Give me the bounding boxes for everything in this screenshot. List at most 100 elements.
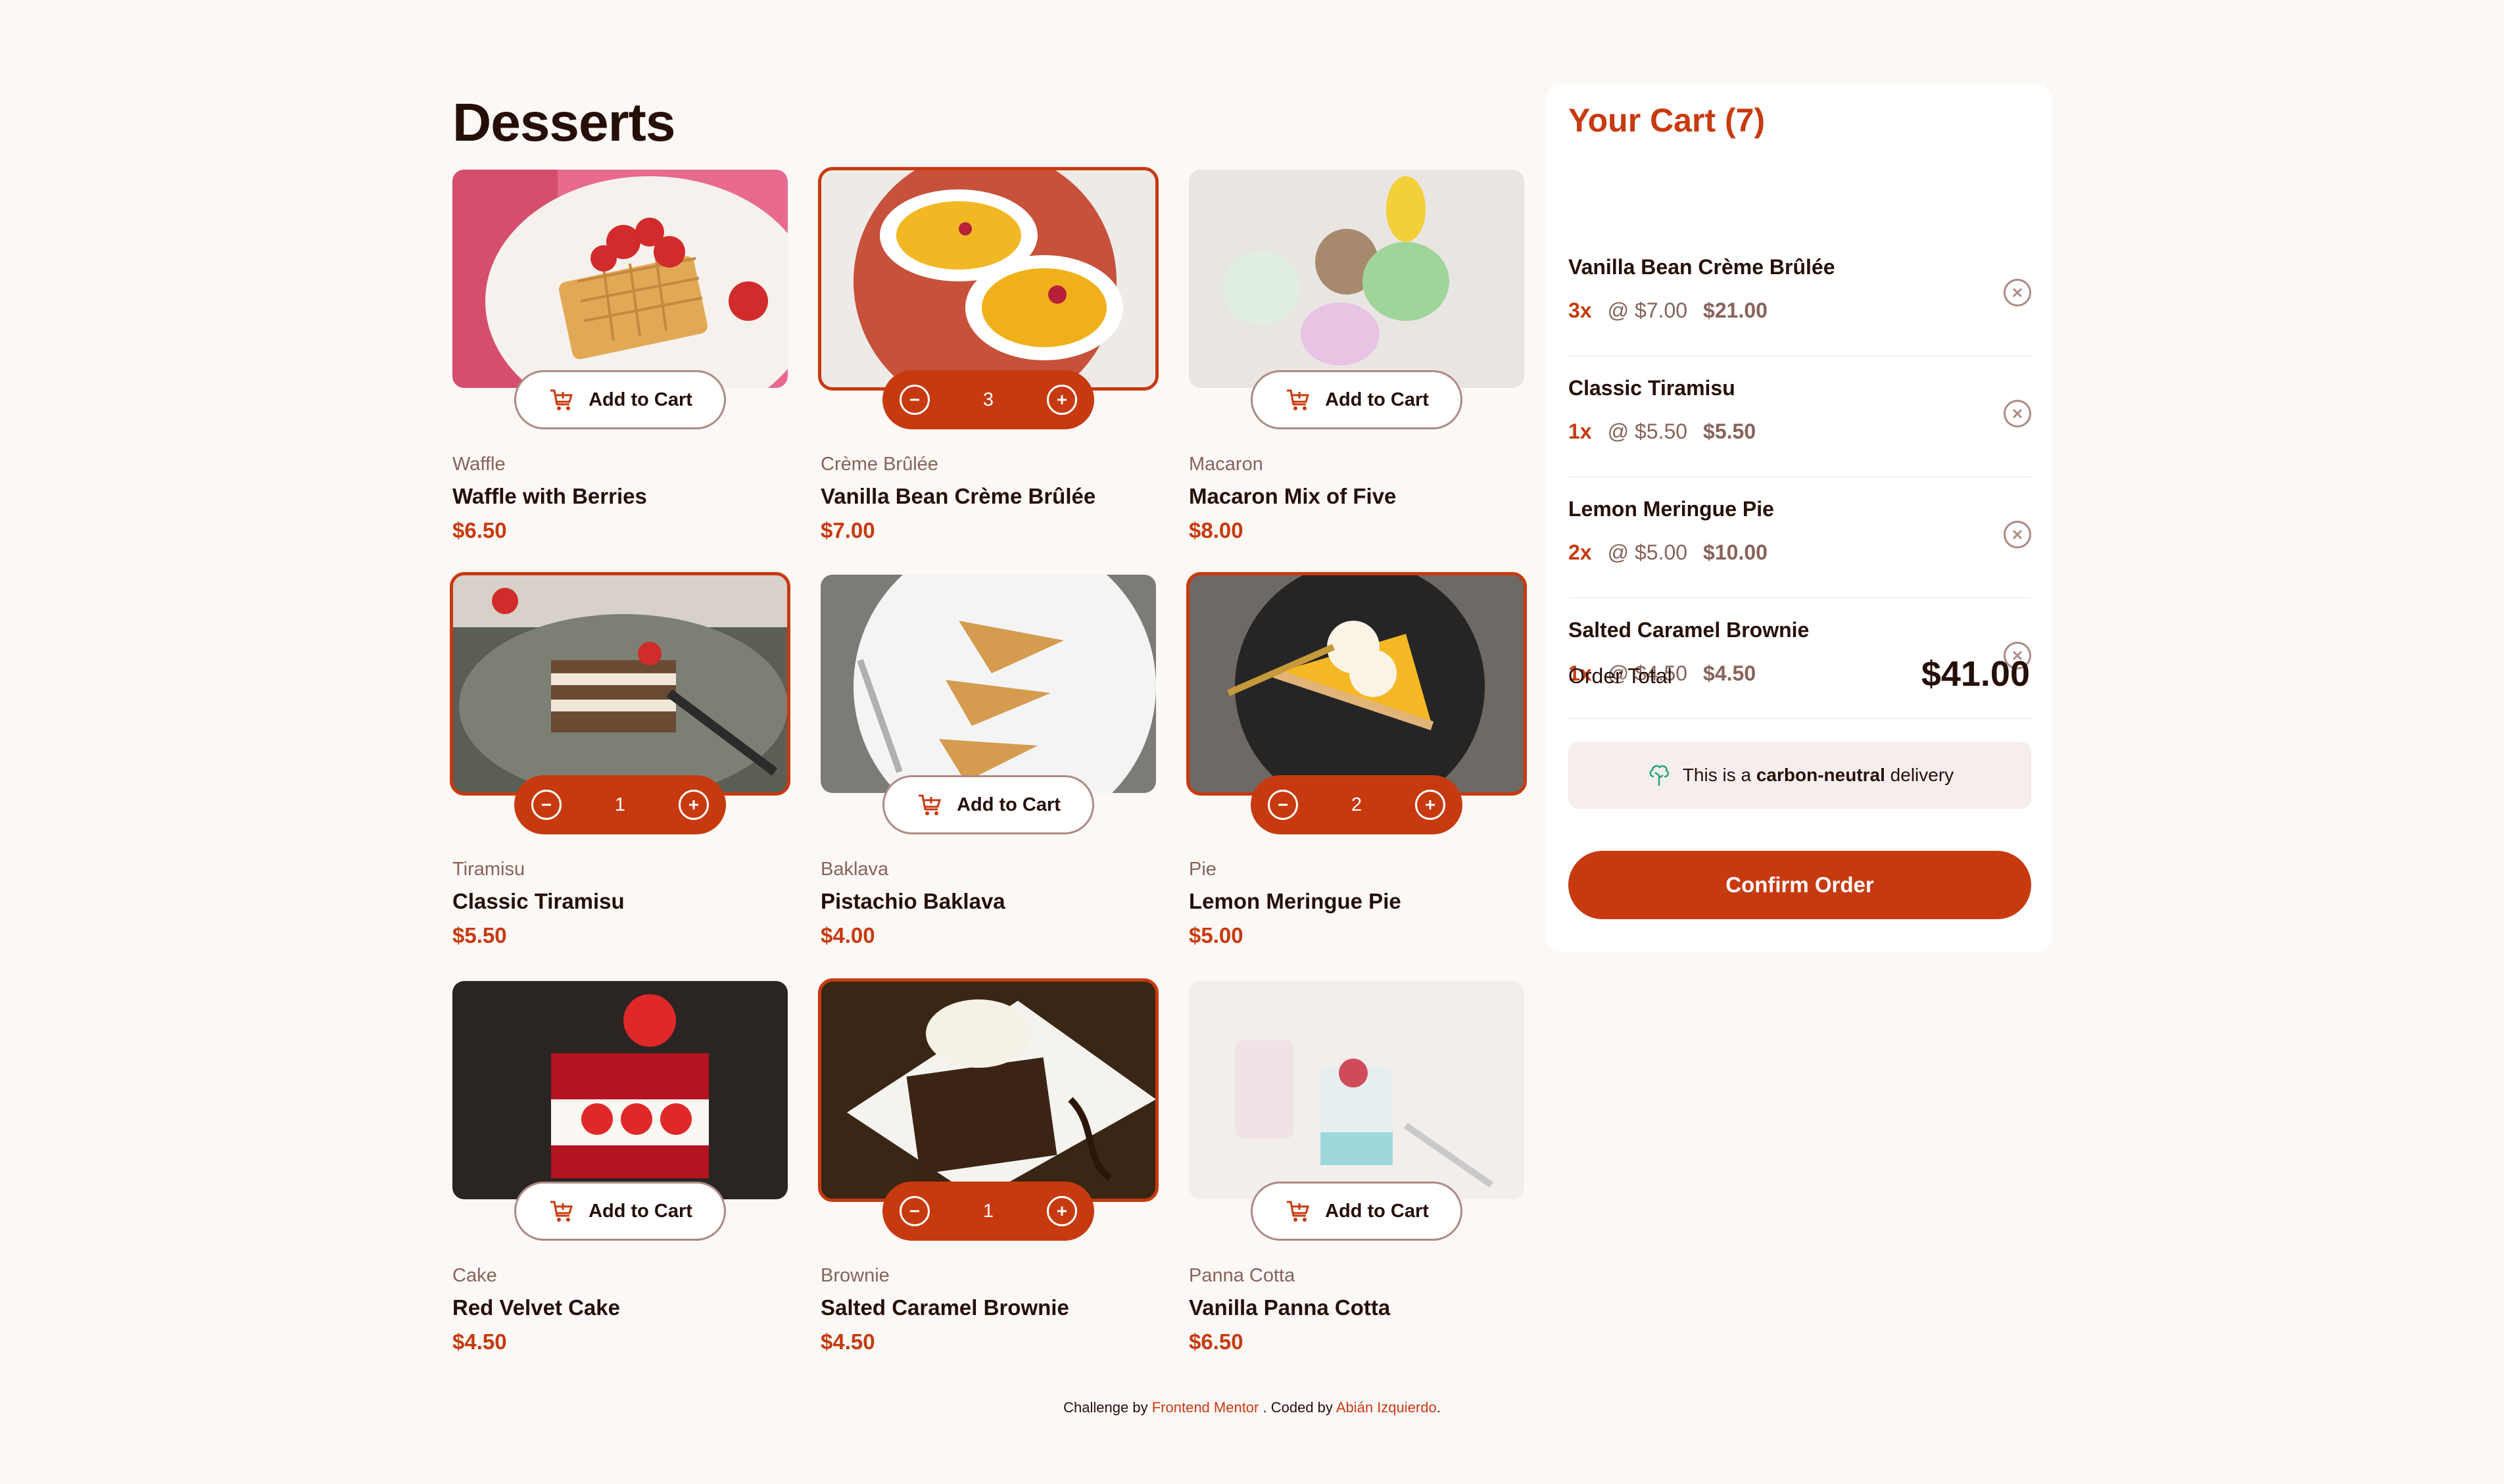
increment-icon (1055, 393, 1069, 407)
product-card: Add to Cart Panna Cotta Vanilla Panna Co… (1189, 981, 1524, 1354)
cart-item-total: $4.50 (1703, 661, 1756, 685)
increment-icon (1423, 798, 1437, 812)
creme-brulee-image (818, 167, 1159, 391)
quantity-stepper: 1 (514, 775, 726, 834)
increment-button[interactable] (1414, 790, 1445, 820)
product-price: $6.50 (452, 518, 507, 542)
increment-button[interactable] (1046, 1196, 1077, 1226)
cart-item-total: $10.00 (1703, 540, 1768, 564)
cart-item-details: 2x @ $5.00 $10.00 (1568, 540, 1768, 565)
product-category: Cake (452, 1265, 497, 1286)
product-price: $8.00 (1189, 518, 1243, 542)
remove-item-icon (2011, 528, 2024, 541)
add-to-cart-button[interactable]: Add to Cart (1251, 370, 1462, 429)
add-to-cart-icon (1287, 389, 1310, 410)
carbon-bold: carbon-neutral (1756, 765, 1885, 785)
quantity-value: 1 (982, 1200, 994, 1222)
decrement-icon (907, 393, 922, 407)
decrement-button[interactable] (900, 1196, 930, 1226)
decrement-button[interactable] (531, 790, 562, 820)
product-name: Red Velvet Cake (452, 1295, 620, 1320)
tiramisu-image (450, 572, 790, 796)
cart-item-unit-price: @ $5.00 (1607, 540, 1688, 564)
remove-item-button[interactable] (2004, 521, 2031, 548)
product-name: Pistachio Baklava (821, 889, 1005, 913)
decrement-button[interactable] (900, 385, 930, 415)
add-to-cart-button[interactable]: Add to Cart (882, 775, 1094, 834)
carbon-text: This is a carbon-neutral delivery (1683, 765, 1954, 786)
cart-title: Your Cart (7) (1568, 102, 1766, 139)
add-to-cart-label: Add to Cart (957, 794, 1061, 815)
add-to-cart-icon (550, 1201, 573, 1222)
confirm-order-button[interactable]: Confirm Order (1568, 851, 2031, 919)
product-name: Vanilla Bean Crème Brûlée (821, 484, 1096, 508)
cart-item-quantity: 1x (1568, 419, 1592, 443)
product-price: $4.50 (452, 1329, 507, 1354)
increment-icon (686, 798, 701, 812)
quantity-stepper: 2 (1251, 775, 1462, 834)
pie-image (1186, 572, 1527, 796)
waffle-image (452, 170, 788, 388)
add-to-cart-button[interactable]: Add to Cart (514, 1182, 726, 1241)
order-total-value: $41.00 (1921, 654, 2030, 694)
product-price: $6.50 (1189, 1329, 1243, 1354)
decrement-icon (539, 798, 554, 812)
cart-panel: Your Cart (7) Vanilla Bean Crème Brûlée … (1546, 84, 2052, 952)
product-card: Add to Cart Baklava Pistachio Baklava $4… (821, 575, 1156, 947)
product-name: Lemon Meringue Pie (1189, 889, 1401, 913)
remove-item-button[interactable] (2004, 400, 2031, 427)
remove-item-icon (2011, 286, 2024, 299)
cart-item-name: Lemon Meringue Pie (1568, 497, 1774, 521)
cart-item-name: Vanilla Bean Crème Brûlée (1568, 255, 1835, 279)
order-total-label: Order Total (1568, 664, 1672, 688)
product-card: 1 Tiramisu Classic Tiramisu $5.50 (450, 572, 790, 947)
product-category: Waffle (452, 454, 506, 475)
product-name: Waffle with Berries (452, 484, 647, 508)
footer: Challenge by Frontend Mentor . Coded by … (0, 1399, 2504, 1416)
footer-prefix: Challenge by (1063, 1399, 1148, 1416)
product-price: $4.50 (821, 1329, 875, 1354)
cart-item-unit-price: @ $7.00 (1607, 299, 1688, 322)
add-to-cart-icon (550, 389, 573, 410)
add-to-cart-button[interactable]: Add to Cart (514, 370, 726, 429)
product-category: Tiramisu (452, 859, 525, 880)
quantity-stepper: 3 (882, 370, 1094, 429)
cart-item-details: 1x @ $5.50 $5.50 (1568, 419, 1756, 444)
carbon-neutral-icon (1649, 765, 1669, 786)
macaron-image (1189, 170, 1524, 388)
panna-cotta-image (1189, 981, 1524, 1199)
baklava-image (821, 575, 1156, 793)
product-card: Add to Cart Macaron Macaron Mix of Five … (1189, 170, 1524, 542)
quantity-value: 2 (1351, 794, 1362, 815)
app-root: Desserts Add to Cart Waffle Waffle with … (0, 0, 2504, 1484)
cart-item-name: Classic Tiramisu (1568, 376, 1735, 400)
increment-icon (1055, 1204, 1069, 1218)
add-to-cart-label: Add to Cart (1325, 389, 1429, 410)
product-category: Baklava (821, 859, 889, 880)
decrement-icon (1276, 798, 1290, 812)
brownie-image (818, 978, 1159, 1202)
page-title: Desserts (452, 93, 675, 153)
decrement-button[interactable] (1268, 790, 1298, 820)
cart-item: Vanilla Bean Crème Brûlée 3x @ $7.00 $21… (1568, 235, 2031, 356)
add-to-cart-icon (919, 794, 942, 815)
add-to-cart-label: Add to Cart (589, 389, 692, 410)
decrement-icon (907, 1204, 922, 1218)
quantity-stepper: 1 (882, 1182, 1094, 1241)
product-price: $5.00 (1189, 923, 1243, 947)
cart-item: Lemon Meringue Pie 2x @ $5.00 $10.00 (1568, 477, 2031, 598)
cart-item-quantity: 2x (1568, 540, 1592, 564)
add-to-cart-button[interactable]: Add to Cart (1251, 1182, 1462, 1241)
quantity-value: 3 (982, 389, 994, 410)
author-link[interactable]: Abián Izquierdo (1336, 1399, 1437, 1416)
product-card: Add to Cart Cake Red Velvet Cake $4.50 (452, 981, 788, 1354)
remove-item-button[interactable] (2004, 279, 2031, 306)
frontend-mentor-link[interactable]: Frontend Mentor (1152, 1399, 1259, 1416)
product-card: Add to Cart Waffle Waffle with Berries $… (452, 170, 788, 542)
product-card: 2 Pie Lemon Meringue Pie $5.00 (1186, 572, 1527, 947)
increment-button[interactable] (678, 790, 709, 820)
increment-button[interactable] (1046, 385, 1077, 415)
carbon-suffix: delivery (1890, 765, 1954, 785)
cart-item-quantity: 3x (1568, 299, 1592, 322)
product-name: Salted Caramel Brownie (821, 1295, 1069, 1320)
